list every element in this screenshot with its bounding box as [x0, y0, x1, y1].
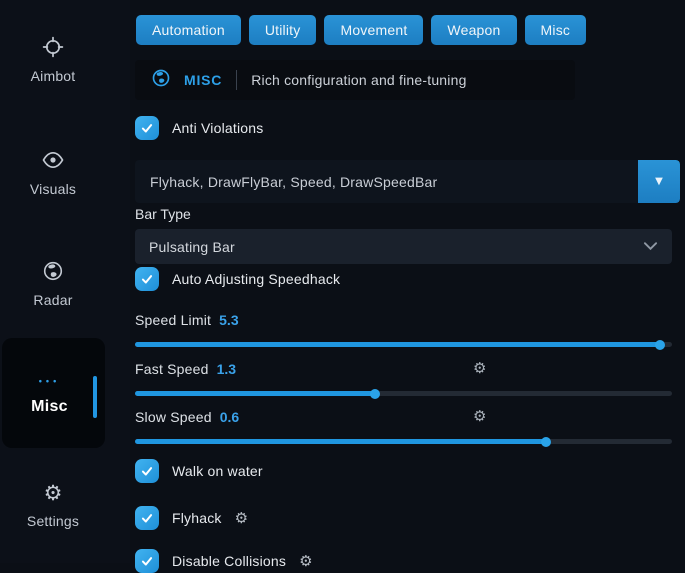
slow-speed-slider-group: Slow Speed 0.6 ⚙: [135, 407, 672, 444]
category-tabs: Automation Utility Movement Weapon Misc: [136, 15, 586, 45]
section-banner: MISC Rich configuration and fine-tuning: [135, 60, 575, 100]
speed-limit-slider[interactable]: [135, 342, 672, 347]
tab-movement[interactable]: Movement: [324, 15, 423, 45]
sidebar-item-radar[interactable]: Radar: [0, 259, 106, 308]
walk-on-water-checkbox[interactable]: [135, 459, 159, 483]
sidebar-item-aimbot[interactable]: Aimbot: [0, 35, 106, 84]
slow-speed-value: 0.6: [220, 409, 239, 425]
anti-violations-checkbox[interactable]: [135, 116, 159, 140]
flyhack-checkbox[interactable]: [135, 506, 159, 530]
sidebar-item-label: Misc: [2, 398, 97, 416]
disable-collisions-label: Disable Collisions: [172, 553, 286, 569]
gear-icon[interactable]: ⚙: [473, 361, 486, 376]
speed-limit-label: Speed Limit: [135, 312, 211, 328]
anti-violations-row: Anti Violations: [135, 116, 263, 140]
bar-type-select[interactable]: Pulsating Bar: [135, 229, 672, 264]
auto-adjusting-label: Auto Adjusting Speedhack: [172, 271, 340, 287]
ellipsis-icon: •••: [2, 376, 97, 386]
slider-thumb[interactable]: [541, 437, 551, 447]
check-icon: [140, 464, 154, 478]
speed-limit-slider-group: Speed Limit 5.3: [135, 310, 672, 347]
tab-utility[interactable]: Utility: [249, 15, 317, 45]
gear-icon: ⚙: [44, 483, 63, 504]
auto-adjusting-checkbox[interactable]: [135, 267, 159, 291]
triangle-down-icon: ▼: [655, 176, 663, 187]
bar-type-label: Bar Type: [135, 206, 191, 222]
gear-icon[interactable]: ⚙: [235, 511, 248, 526]
fast-speed-slider-group: Fast Speed 1.3 ⚙: [135, 359, 672, 396]
slider-fill: [135, 439, 546, 444]
tab-misc[interactable]: Misc: [525, 15, 587, 45]
slider-fill: [135, 391, 375, 396]
slider-thumb[interactable]: [370, 389, 380, 399]
sidebar-item-label: Radar: [33, 292, 72, 308]
sidebar-item-settings[interactable]: ⚙ Settings: [0, 483, 106, 529]
disable-collisions-row: Disable Collisions ⚙: [135, 549, 313, 573]
tab-automation[interactable]: Automation: [136, 15, 241, 45]
fast-speed-value: 1.3: [217, 361, 236, 377]
walk-on-water-row: Walk on water: [135, 459, 263, 483]
slider-fill: [135, 342, 660, 347]
content-panel: Automation Utility Movement Weapon Misc …: [130, 0, 685, 563]
cheat-menu-window: { "colors": { "background": "#0b0f16", "…: [0, 0, 685, 563]
banner-divider: [236, 70, 237, 90]
walk-on-water-label: Walk on water: [172, 463, 263, 479]
sidebar-item-label: Aimbot: [31, 68, 76, 84]
sidebar-item-label: Visuals: [30, 181, 76, 197]
check-icon: [140, 511, 154, 525]
crosshair-icon: [41, 35, 65, 59]
section-title: MISC: [184, 72, 222, 88]
tab-weapon[interactable]: Weapon: [431, 15, 516, 45]
disable-collisions-checkbox[interactable]: [135, 549, 159, 573]
check-icon: [140, 272, 154, 286]
globe-icon: [41, 259, 65, 283]
check-icon: [140, 554, 154, 568]
bar-type-value: Pulsating Bar: [149, 239, 235, 255]
flyhack-row: Flyhack ⚙: [135, 506, 248, 530]
sidebar-item-visuals[interactable]: Visuals: [0, 148, 106, 197]
slider-thumb[interactable]: [655, 340, 665, 350]
gear-icon[interactable]: ⚙: [299, 554, 312, 569]
sidebar-item-misc-selected[interactable]: ••• Misc: [2, 338, 105, 448]
slow-speed-slider[interactable]: [135, 439, 672, 444]
gear-icon[interactable]: ⚙: [473, 409, 486, 424]
slow-speed-label: Slow Speed: [135, 409, 212, 425]
multiselect-dropdown-button[interactable]: ▼: [638, 160, 680, 203]
flyhack-label: Flyhack: [172, 510, 222, 526]
bar-multiselect[interactable]: Flyhack, DrawFlyBar, Speed, DrawSpeedBar…: [135, 160, 680, 203]
fast-speed-slider[interactable]: [135, 391, 672, 396]
eye-icon: [41, 148, 65, 172]
fast-speed-label: Fast Speed: [135, 361, 209, 377]
sidebar: Aimbot Visuals Radar ••• Misc ⚙ Settings: [0, 0, 130, 563]
sidebar-item-label: Settings: [27, 513, 79, 529]
bar-multiselect-value: Flyhack, DrawFlyBar, Speed, DrawSpeedBar: [135, 174, 437, 190]
anti-violations-label: Anti Violations: [172, 120, 263, 136]
speed-limit-value: 5.3: [219, 312, 238, 328]
chevron-down-icon: [643, 238, 658, 256]
globe-icon: [151, 68, 171, 93]
auto-adjusting-row: Auto Adjusting Speedhack: [135, 267, 340, 291]
check-icon: [140, 121, 154, 135]
section-subtitle: Rich configuration and fine-tuning: [251, 72, 466, 88]
active-indicator-bar: [93, 376, 97, 418]
